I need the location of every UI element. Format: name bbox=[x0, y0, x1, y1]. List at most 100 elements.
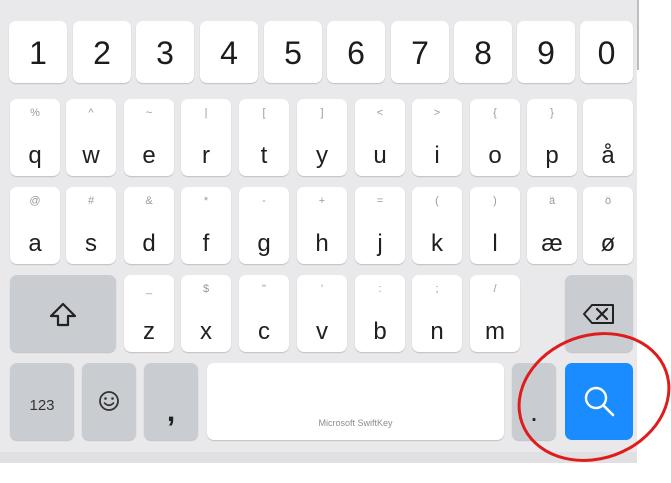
key-label: a bbox=[28, 230, 42, 257]
key-label: v bbox=[316, 318, 328, 345]
key-y[interactable]: ] y bbox=[297, 99, 347, 176]
key-label: f bbox=[202, 230, 210, 257]
shift-key[interactable] bbox=[10, 275, 116, 352]
key-3[interactable]: 3 bbox=[136, 21, 194, 83]
key-alt-label: ä bbox=[548, 195, 556, 207]
key-alt-label: > bbox=[433, 107, 441, 119]
comma-key[interactable]: , bbox=[144, 363, 198, 440]
key-g[interactable]: -g bbox=[239, 187, 289, 264]
key-q[interactable]: % q bbox=[10, 99, 60, 176]
key-7[interactable]: 7 bbox=[391, 21, 449, 83]
key-u[interactable]: < u bbox=[355, 99, 405, 176]
key-p[interactable]: } p bbox=[527, 99, 577, 176]
key-alt-label: ) bbox=[493, 195, 497, 207]
key-c[interactable]: " c bbox=[239, 275, 289, 352]
key-label: 2 bbox=[93, 35, 111, 71]
key-o-slash[interactable]: öø bbox=[583, 187, 633, 264]
space-bar[interactable]: Microsoft SwiftKey bbox=[207, 363, 504, 440]
key-0[interactable]: 0 bbox=[580, 21, 633, 83]
key-label: t bbox=[260, 142, 268, 169]
key-label: x bbox=[200, 318, 212, 345]
key-n[interactable]: ; n bbox=[412, 275, 462, 352]
key-5[interactable]: 5 bbox=[264, 21, 322, 83]
key-alt-label: ; bbox=[435, 283, 439, 295]
key-f[interactable]: * f bbox=[181, 187, 231, 264]
key-label: d bbox=[142, 230, 156, 257]
key-label: p bbox=[545, 142, 559, 169]
key-j[interactable]: = j bbox=[355, 187, 405, 264]
symbols-key[interactable]: 123 bbox=[10, 363, 74, 440]
key-k[interactable]: (k bbox=[412, 187, 462, 264]
key-w[interactable]: ^ w bbox=[66, 99, 116, 176]
key-alt-label: { bbox=[493, 107, 497, 119]
key-label: i bbox=[434, 142, 440, 169]
key-h[interactable]: + h bbox=[297, 187, 347, 264]
comma-label: , bbox=[166, 395, 176, 428]
key-label: q bbox=[28, 142, 42, 169]
backspace-icon bbox=[583, 304, 614, 324]
key-alt-label: < bbox=[376, 107, 384, 119]
key-label: w bbox=[82, 142, 100, 169]
key-alt-label: ö bbox=[604, 195, 612, 207]
key-alt-label: [ bbox=[262, 107, 266, 119]
key-alt-label: ^ bbox=[88, 107, 94, 119]
key-a-ring[interactable]: å bbox=[583, 99, 633, 176]
key-a[interactable]: @ a bbox=[10, 187, 60, 264]
key-alt-label: " bbox=[262, 283, 266, 295]
key-alt-label: # bbox=[87, 195, 95, 207]
key-b[interactable]: :b bbox=[355, 275, 405, 352]
key-alt-label: ' bbox=[320, 283, 324, 295]
key-1[interactable]: 1 bbox=[9, 21, 67, 83]
key-alt-label: @ bbox=[29, 195, 41, 207]
key-label: m bbox=[485, 318, 505, 345]
key-label: 5 bbox=[284, 35, 302, 71]
key-label: h bbox=[315, 230, 329, 257]
key-8[interactable]: 8 bbox=[454, 21, 512, 83]
key-x[interactable]: $ x bbox=[181, 275, 231, 352]
emoji-key[interactable] bbox=[82, 363, 136, 440]
key-alt-label: + bbox=[318, 195, 326, 207]
key-2[interactable]: 2 bbox=[73, 21, 131, 83]
keyboard-bottom-edge bbox=[0, 452, 637, 463]
shift-arrow-icon bbox=[49, 302, 77, 327]
key-label: r bbox=[202, 142, 210, 169]
key-6[interactable]: 6 bbox=[327, 21, 385, 83]
key-e[interactable]: ~ e bbox=[124, 99, 174, 176]
screen-edge-divider bbox=[637, 0, 639, 70]
key-9[interactable]: 9 bbox=[517, 21, 575, 83]
key-alt-label: = bbox=[376, 195, 384, 207]
key-label: æ bbox=[541, 230, 563, 257]
key-ae[interactable]: äæ bbox=[527, 187, 577, 264]
key-t[interactable]: [t bbox=[239, 99, 289, 176]
key-m[interactable]: / m bbox=[470, 275, 520, 352]
key-s[interactable]: # s bbox=[66, 187, 116, 264]
key-alt-label: & bbox=[145, 195, 153, 207]
key-alt-label: ~ bbox=[145, 107, 153, 119]
key-d[interactable]: & d bbox=[124, 187, 174, 264]
key-o[interactable]: {o bbox=[470, 99, 520, 176]
key-v[interactable]: ' v bbox=[297, 275, 347, 352]
key-4[interactable]: 4 bbox=[200, 21, 258, 83]
key-label: ø bbox=[600, 230, 616, 257]
key-label: e bbox=[142, 142, 156, 169]
symbols-key-label: 123 bbox=[29, 397, 55, 414]
key-label: 8 bbox=[474, 35, 492, 71]
key-i[interactable]: > i bbox=[412, 99, 462, 176]
key-label: 4 bbox=[220, 35, 238, 71]
key-label: z bbox=[143, 318, 155, 345]
key-label: g bbox=[257, 230, 271, 257]
key-alt-label: $ bbox=[202, 283, 210, 295]
key-alt-label: ( bbox=[435, 195, 439, 207]
key-z[interactable]: _ z bbox=[124, 275, 174, 352]
key-label: 9 bbox=[537, 35, 555, 71]
key-l[interactable]: ) l bbox=[470, 187, 520, 264]
key-r[interactable]: | r bbox=[181, 99, 231, 176]
key-alt-label: | bbox=[204, 107, 208, 119]
key-alt-label: : bbox=[378, 283, 382, 295]
key-alt-label: _ bbox=[145, 283, 153, 295]
key-label: c bbox=[258, 318, 270, 345]
key-label: å bbox=[601, 142, 615, 169]
emoji-smiley-icon bbox=[99, 391, 119, 411]
key-label: u bbox=[373, 142, 387, 169]
key-label: k bbox=[431, 230, 443, 257]
